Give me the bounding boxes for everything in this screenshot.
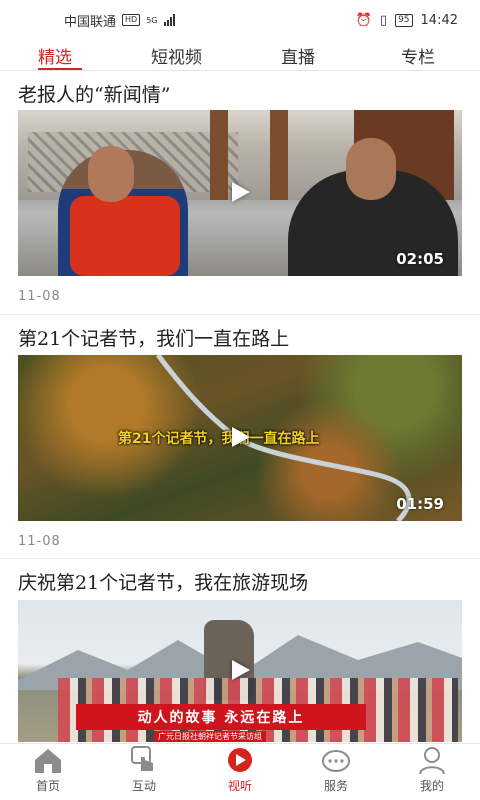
video-caption: 第21个记者节，我们一直在路上 xyxy=(118,431,320,447)
item-divider xyxy=(0,558,480,559)
tab-columns[interactable]: 专栏 xyxy=(401,43,435,68)
carrier-label: 中国联通 xyxy=(64,14,117,30)
thumbnail-banner: 动人的故事 永远在路上 广元日报社朝祥记者节采访组 xyxy=(76,704,366,742)
item-divider xyxy=(0,314,480,315)
video-thumbnail[interactable]: 第21个记者节，我们一直在路上 01:59 xyxy=(18,355,462,521)
tab-live[interactable]: 直播 xyxy=(281,43,315,68)
battery-icon: 95 xyxy=(395,13,413,27)
user-icon xyxy=(419,747,445,775)
tabs-divider xyxy=(0,70,480,71)
nav-item-home[interactable]: 首页 xyxy=(0,744,96,800)
video-thumbnail[interactable]: 02:05 xyxy=(18,110,462,276)
thumbnail-scene xyxy=(270,110,288,200)
hd-badge: HD xyxy=(122,14,141,26)
bottom-nav: 首页 互动 视听 服务 我的 xyxy=(0,743,480,800)
vibrate-icon: ▯ xyxy=(379,12,388,28)
feed-item-title[interactable]: 第21个记者节，我们一直在路上 xyxy=(18,324,289,351)
tab-featured[interactable]: 精选 xyxy=(38,43,72,68)
nav-label: 首页 xyxy=(35,779,60,793)
status-right: ⏰ ▯ 95 14:42 xyxy=(356,13,458,28)
thumbnail-person xyxy=(70,196,180,276)
play-icon[interactable] xyxy=(232,427,250,447)
status-time: 14:42 xyxy=(420,12,458,28)
nav-label: 我的 xyxy=(419,779,444,793)
tab-short-video[interactable]: 短视频 xyxy=(151,43,202,68)
publish-date: 11-08 xyxy=(18,289,61,304)
alarm-icon: ⏰ xyxy=(355,12,372,28)
video-duration: 02:05 xyxy=(396,250,444,268)
tap-icon xyxy=(131,746,153,771)
video-duration: 01:59 xyxy=(396,495,444,513)
nav-label: 互动 xyxy=(131,779,156,793)
home-icon xyxy=(35,749,61,773)
play-icon[interactable] xyxy=(232,182,250,202)
nav-label: 视听 xyxy=(227,779,252,793)
banner-subtext: 广元日报社朝祥记者节采访组 xyxy=(154,731,266,742)
nav-item-profile[interactable]: 我的 xyxy=(384,744,480,800)
nav-label: 服务 xyxy=(323,779,348,793)
video-thumbnail[interactable]: 动人的故事 永远在路上 广元日报社朝祥记者节采访组 xyxy=(18,600,462,742)
network-label: 5G xyxy=(146,15,158,25)
publish-date: 11-08 xyxy=(18,534,61,549)
headset-chat-icon xyxy=(322,750,350,772)
nav-item-service[interactable]: 服务 xyxy=(288,744,384,800)
signal-icon xyxy=(163,14,175,26)
top-tabs: 精选 短视频 直播 专栏 xyxy=(0,40,480,70)
thumbnail-person xyxy=(346,138,396,200)
play-icon[interactable] xyxy=(232,660,250,680)
thumbnail-scene xyxy=(210,110,228,200)
status-bar: 中国联通 HD 5G ⏰ ▯ 95 14:42 xyxy=(0,0,480,40)
banner-text: 动人的故事 永远在路上 xyxy=(137,710,305,726)
nav-item-audio-video[interactable]: 视听 xyxy=(192,744,288,800)
feed-item-title[interactable]: 老报人的“新闻情” xyxy=(18,80,170,107)
feed-item-title[interactable]: 庆祝第21个记者节，我在旅游现场 xyxy=(18,568,308,595)
play-circle-icon xyxy=(228,748,252,772)
status-left: 中国联通 HD 5G xyxy=(64,11,175,30)
thumbnail-person xyxy=(88,146,134,202)
nav-item-interact[interactable]: 互动 xyxy=(96,744,192,800)
